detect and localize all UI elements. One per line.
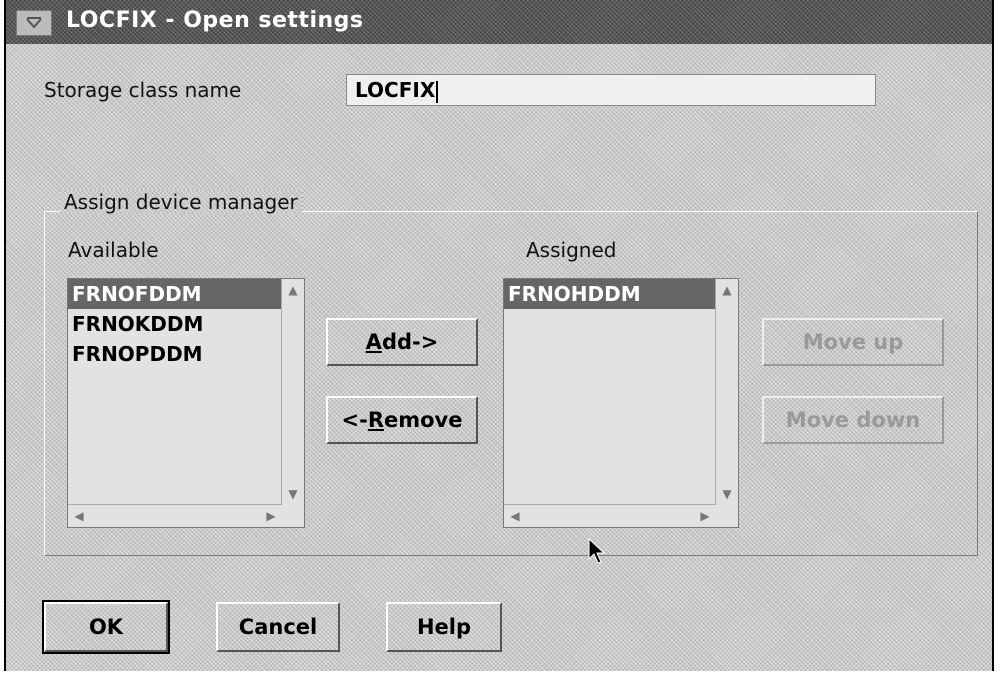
storage-class-name-input[interactable]: LOCFIX	[346, 74, 876, 106]
help-button[interactable]: Help	[386, 602, 502, 652]
window-title: LOCFIX - Open settings	[66, 8, 364, 33]
system-menu-icon	[26, 17, 42, 29]
available-listbox[interactable]: FRNOFDDM FRNOKDDM FRNOPDDM ▲ ▼ ◀ ▶	[67, 278, 305, 528]
add-button-mnemonic: A	[365, 330, 382, 354]
move-down-button[interactable]: Move down	[762, 396, 944, 444]
assign-device-manager-title: Assign device manager	[60, 190, 302, 214]
available-list-item[interactable]: FRNOPDDM	[68, 339, 282, 369]
scroll-up-icon[interactable]: ▲	[717, 280, 737, 300]
available-list-item[interactable]: FRNOKDDM	[68, 309, 282, 339]
scroll-left-icon[interactable]: ◀	[505, 506, 525, 526]
available-label: Available	[68, 238, 159, 262]
remove-button[interactable]: <- Remove	[326, 396, 478, 444]
scroll-right-icon[interactable]: ▶	[261, 506, 281, 526]
storage-class-name-label: Storage class name	[44, 78, 242, 102]
scroll-right-icon[interactable]: ▶	[695, 506, 715, 526]
scroll-up-icon[interactable]: ▲	[283, 280, 303, 300]
title-bar[interactable]: LOCFIX - Open settings	[6, 0, 992, 44]
remove-button-mnemonic: R	[367, 408, 384, 432]
move-up-button[interactable]: Move up	[762, 318, 944, 366]
mouse-pointer-icon	[588, 538, 606, 564]
add-button-suffix: dd->	[381, 330, 439, 354]
assigned-label: Assigned	[526, 238, 617, 262]
assigned-listbox[interactable]: FRNOHDDM ▲ ▼ ◀ ▶	[503, 278, 739, 528]
scroll-down-icon[interactable]: ▼	[283, 484, 303, 504]
cancel-button[interactable]: Cancel	[216, 602, 340, 652]
scroll-left-icon[interactable]: ◀	[69, 506, 89, 526]
available-horizontal-scrollbar[interactable]: ◀ ▶	[68, 504, 282, 527]
available-vertical-scrollbar[interactable]: ▲ ▼	[281, 279, 304, 505]
assigned-horizontal-scrollbar[interactable]: ◀ ▶	[504, 504, 716, 527]
storage-class-name-value: LOCFIX	[355, 78, 436, 102]
available-items: FRNOFDDM FRNOKDDM FRNOPDDM	[68, 279, 282, 369]
remove-button-prefix: <-	[341, 408, 368, 432]
add-button[interactable]: Add->	[326, 318, 478, 366]
scroll-down-icon[interactable]: ▼	[717, 484, 737, 504]
assigned-vertical-scrollbar[interactable]: ▲ ▼	[715, 279, 738, 505]
dialog-client-area: Storage class name LOCFIX Assign device …	[6, 44, 992, 671]
system-menu-button[interactable]	[16, 10, 52, 36]
ok-button[interactable]: OK	[42, 600, 170, 654]
assigned-items: FRNOHDDM	[504, 279, 716, 309]
dialog-window: LOCFIX - Open settings Storage class nam…	[4, 0, 994, 671]
text-caret	[436, 80, 439, 103]
assigned-list-item[interactable]: FRNOHDDM	[504, 279, 716, 309]
available-list-item[interactable]: FRNOFDDM	[68, 279, 282, 309]
remove-button-suffix: emove	[384, 408, 463, 432]
